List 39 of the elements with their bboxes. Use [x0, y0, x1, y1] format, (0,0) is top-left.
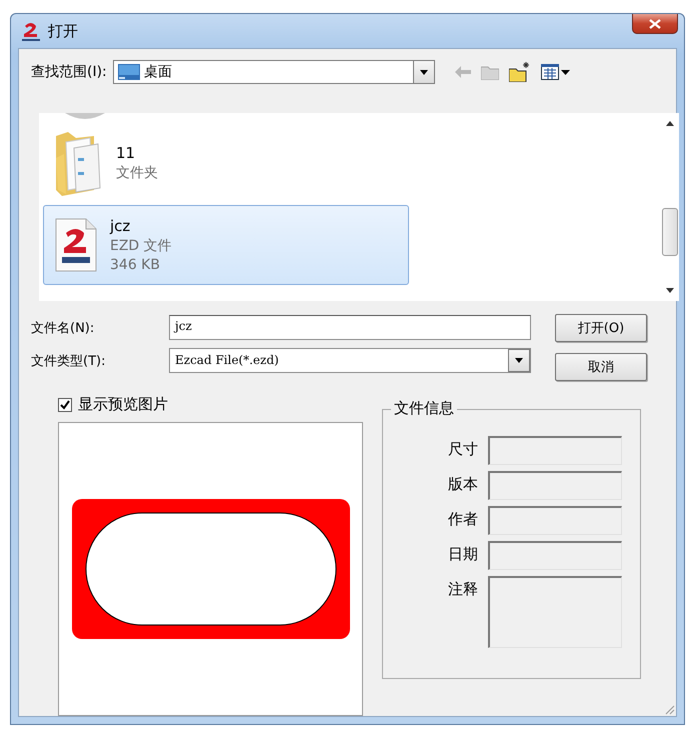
- checkbox[interactable]: [58, 398, 72, 412]
- file-type-dropdown[interactable]: Ezcad File(*.ezd): [169, 348, 531, 373]
- file-name: jcz: [110, 217, 132, 235]
- close-icon: [649, 18, 661, 28]
- scroll-down-icon[interactable]: [666, 288, 674, 293]
- file-type: 文件夹: [116, 164, 158, 182]
- info-label: 作者: [448, 509, 478, 529]
- preview-checkbox-label: 显示预览图片: [78, 395, 168, 414]
- desktop-icon: [118, 64, 140, 80]
- look-in-value: 桌面: [144, 63, 172, 81]
- file-name-field[interactable]: jcz: [169, 315, 531, 340]
- ezcad-file-icon: [54, 217, 98, 273]
- caret-icon: [420, 70, 428, 74]
- resize-grip-icon[interactable]: [663, 703, 675, 715]
- info-label: 注释: [448, 579, 478, 599]
- file-type-label: 文件类型(T):: [31, 352, 106, 370]
- cancel-button[interactable]: 取消: [555, 352, 647, 380]
- file-item[interactable]: jcz EZD 文件 346 KB: [43, 205, 409, 285]
- caret-icon: [515, 358, 523, 363]
- open-button[interactable]: 打开(O): [555, 314, 647, 342]
- info-label: 尺寸: [448, 439, 478, 459]
- view-menu-icon[interactable]: [540, 64, 571, 80]
- file-name: 11: [116, 144, 136, 162]
- file-size: 346 KB: [110, 257, 161, 273]
- window-title: 打开: [48, 22, 78, 40]
- new-folder-icon[interactable]: [508, 62, 531, 82]
- look-in-dropdown[interactable]: 桌面: [112, 60, 413, 84]
- file-name-label: 文件名(N):: [31, 320, 96, 336]
- info-label: 版本: [448, 474, 478, 494]
- file-item[interactable]: 11 文件夹: [43, 123, 409, 203]
- app-icon: [20, 20, 42, 42]
- scroll-thumb[interactable]: [662, 208, 678, 256]
- close-button[interactable]: [632, 14, 678, 34]
- file-type: EZD 文件: [110, 237, 172, 255]
- group-title: 文件信息: [391, 399, 457, 418]
- look-in-label: 查找范围(I):: [31, 63, 107, 81]
- dropdown-button[interactable]: [412, 60, 435, 84]
- info-label: 日期: [448, 544, 478, 564]
- scroll-up-icon[interactable]: [666, 121, 674, 126]
